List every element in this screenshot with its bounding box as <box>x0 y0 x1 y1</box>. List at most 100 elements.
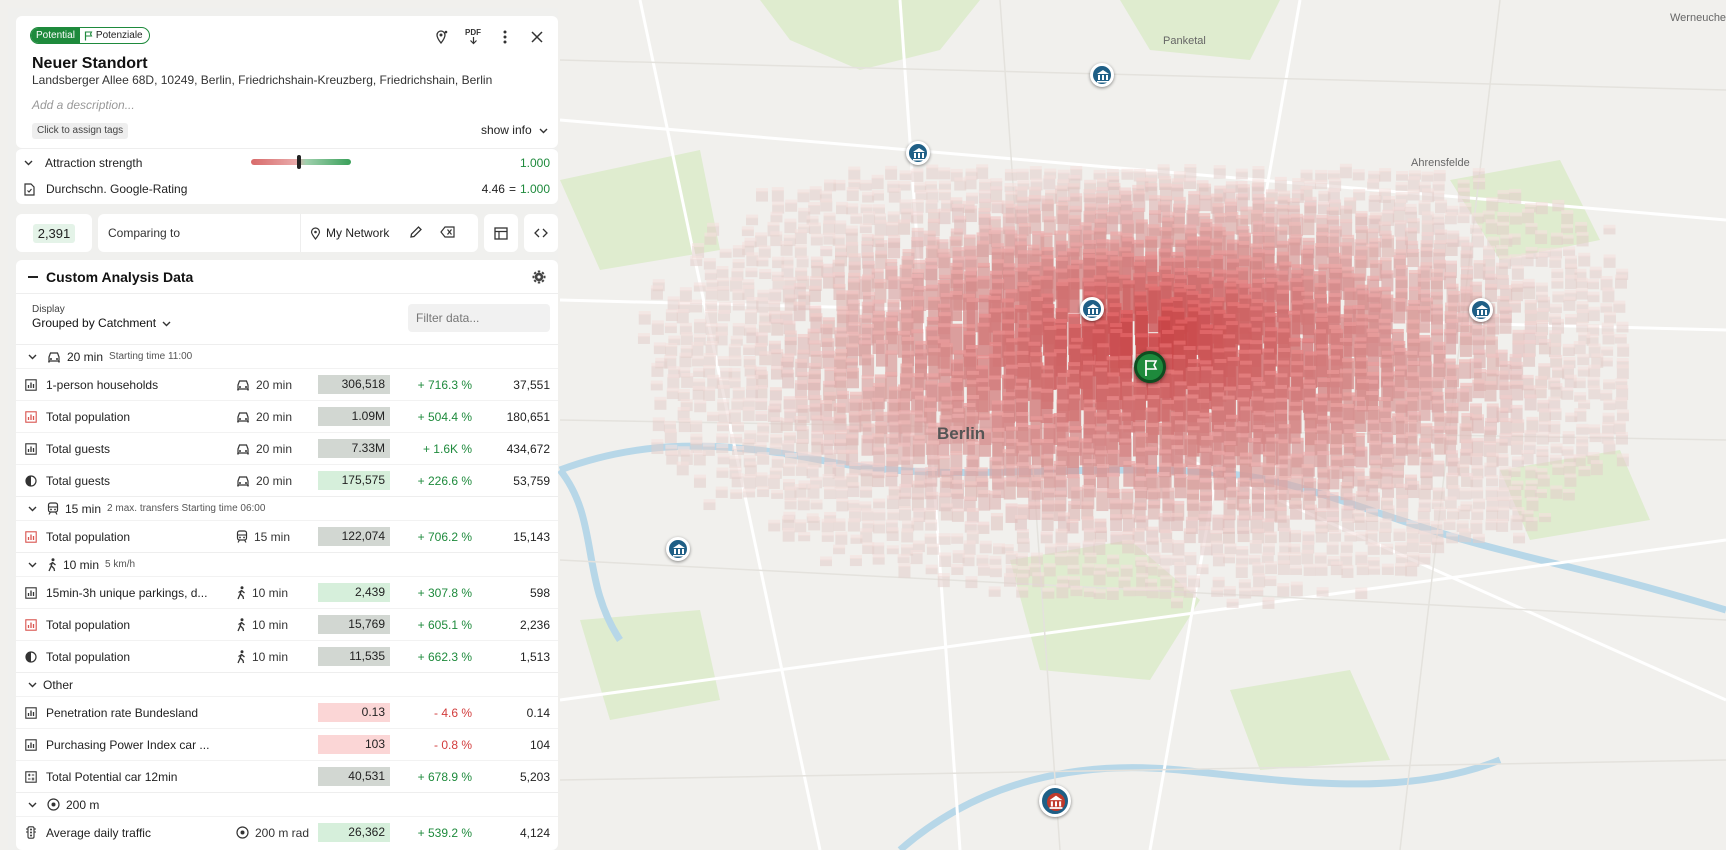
half-circle-icon <box>16 650 46 663</box>
row-mode: 200 m rad <box>255 825 310 840</box>
row-mode: 20 min <box>256 441 293 456</box>
row-value: 1.09M <box>318 407 390 426</box>
locate-button[interactable] <box>428 26 454 48</box>
group-title: 10 min <box>63 557 100 572</box>
group-subtitle: Starting time 11:00 <box>109 351 193 362</box>
catchment-group[interactable]: 20 min Starting time 11:00 <box>16 344 558 368</box>
close-button[interactable] <box>524 26 550 48</box>
display-dropdown[interactable]: Grouped by Catchment <box>32 316 171 330</box>
radius-icon <box>47 798 60 811</box>
location-title[interactable]: Neuer Standort <box>32 55 148 73</box>
bank-icon <box>1476 305 1488 318</box>
chart-icon <box>16 618 46 631</box>
row-reference: 0.14 <box>526 705 550 720</box>
table-row[interactable]: 15min-3h unique parkings, d... 10 min 2,43… <box>16 576 558 608</box>
row-mode: 10 min <box>252 649 289 664</box>
pdf-export-button[interactable]: PDF <box>460 26 486 48</box>
map-marker[interactable] <box>1080 297 1104 321</box>
show-info-label: show info <box>480 123 532 137</box>
row-mode: 15 min <box>254 529 291 544</box>
table-view-button[interactable] <box>484 214 518 252</box>
car-icon <box>236 475 250 487</box>
table-row[interactable]: 1-person households 20 min 306,518 + 716.3 … <box>16 368 558 400</box>
google-rating-score: 1.000 <box>519 182 550 196</box>
location-header: Potential Potenziale PDF Neuer Standort … <box>16 16 558 148</box>
table-row[interactable]: Total guests 20 min 7.33M + 1.6K % 434,672 <box>16 432 558 464</box>
table-row[interactable]: Total guests 20 min 175,575 + 226.6 % 53,759 <box>16 464 558 496</box>
row-value: 2,439 <box>318 583 390 602</box>
potential-badge[interactable]: Potential Potenziale <box>30 27 150 44</box>
row-reference: 2,236 <box>519 617 550 632</box>
chart-icon <box>16 586 46 599</box>
row-mode-cell: 200 m rad <box>236 826 318 840</box>
catchment-group[interactable]: 10 min 5 km/h <box>16 552 558 576</box>
row-name: Average daily traffic <box>46 825 151 840</box>
row-mode-cell: 20 min <box>236 378 318 392</box>
row-mode-cell: 15 min <box>236 530 318 544</box>
assign-tags-button[interactable]: Click to assign tags <box>32 123 129 139</box>
edit-comparison-button[interactable] <box>409 225 423 242</box>
table-row[interactable]: Total population 15 min 122,074 + 706.2 % 15… <box>16 520 558 552</box>
gear-icon[interactable] <box>532 270 546 284</box>
google-rating-equals: = <box>508 182 516 196</box>
row-percent: - 0.8 % <box>433 737 472 752</box>
chevron-down-icon <box>24 160 33 166</box>
catchment-group[interactable]: Other <box>16 672 558 696</box>
attraction-label: Attraction strength <box>45 156 143 170</box>
chart-icon <box>16 378 46 391</box>
network-selector[interactable]: My Network <box>310 226 389 240</box>
collapse-panel-button[interactable] <box>524 214 558 252</box>
row-value: 15,769 <box>318 615 390 634</box>
attraction-slider-track[interactable] <box>251 159 351 165</box>
table-row[interactable]: Total population 10 min 15,769 + 605.1 % 2,2… <box>16 608 558 640</box>
row-name: Total population <box>46 529 131 544</box>
table-row[interactable]: Total population 10 min 11,535 + 662.3 % 1,5… <box>16 640 558 672</box>
custom-analysis-header[interactable]: Custom Analysis Data <box>16 260 558 294</box>
row-reference: 37,551 <box>513 377 550 392</box>
description-input[interactable]: Add a description... <box>32 98 135 112</box>
row-mode-cell: 20 min <box>236 410 318 424</box>
clear-comparison-button[interactable] <box>440 225 456 242</box>
row-value: 175,575 <box>318 471 390 490</box>
google-rating-value: 4.46 <box>481 182 505 196</box>
car-icon <box>236 443 250 455</box>
table-row[interactable]: Total Potential car 12min 40,531 + 678.9 %… <box>16 760 558 792</box>
map-marker[interactable] <box>666 537 690 561</box>
filter-data-input[interactable]: Filter data... <box>408 304 550 332</box>
row-mode: 20 min <box>256 409 293 424</box>
map-marker-selected[interactable] <box>1039 785 1071 817</box>
table-row[interactable]: Average daily traffic 200 m rad 26,362 + 53… <box>16 816 558 848</box>
chevron-down-icon <box>28 682 37 687</box>
more-vertical-icon <box>503 30 507 44</box>
car-icon <box>236 379 250 391</box>
download-icon <box>469 37 477 45</box>
row-name: Total Potential car 12min <box>46 769 178 784</box>
row-percent: + 307.8 % <box>417 585 472 600</box>
walking-icon <box>236 617 246 632</box>
display-label: Display <box>32 304 65 315</box>
analysis-rows: 20 min Starting time 11:00 1-person househ… <box>16 344 558 848</box>
map-marker[interactable] <box>1090 63 1114 87</box>
table-row[interactable]: Purchasing Power Index car ... 103 - 0.8 %… <box>16 728 558 760</box>
catchment-group[interactable]: 200 m <box>16 792 558 816</box>
map-label-panketal: Panketal <box>1163 35 1206 47</box>
map-marker[interactable] <box>906 141 930 165</box>
row-name: Total population <box>46 617 131 632</box>
chevron-down-icon <box>28 562 37 567</box>
walking-icon <box>236 649 246 664</box>
map-marker[interactable] <box>1469 298 1493 322</box>
attraction-slider-handle[interactable] <box>297 155 301 169</box>
row-mode-cell: 10 min <box>236 650 318 664</box>
table-row[interactable]: Total population 20 min 1.09M + 504.4 % 180,… <box>16 400 558 432</box>
table-row[interactable]: Penetration rate Bundesland 0.13 - 4.6 % 0.… <box>16 696 558 728</box>
row-name: 15min-3h unique parkings, d... <box>46 585 208 600</box>
google-rating-label: Durchschn. Google-Rating <box>46 182 188 196</box>
more-options-button[interactable] <box>492 26 518 48</box>
chevron-down-icon <box>162 321 171 327</box>
row-name: Total guests <box>46 441 111 456</box>
row-name: Total population <box>46 649 131 664</box>
chart-icon <box>16 410 46 423</box>
new-location-marker[interactable] <box>1134 351 1166 383</box>
show-info-toggle[interactable]: show info <box>481 123 548 137</box>
catchment-group[interactable]: 15 min 2 max. transfers Starting time 06:… <box>16 496 558 520</box>
